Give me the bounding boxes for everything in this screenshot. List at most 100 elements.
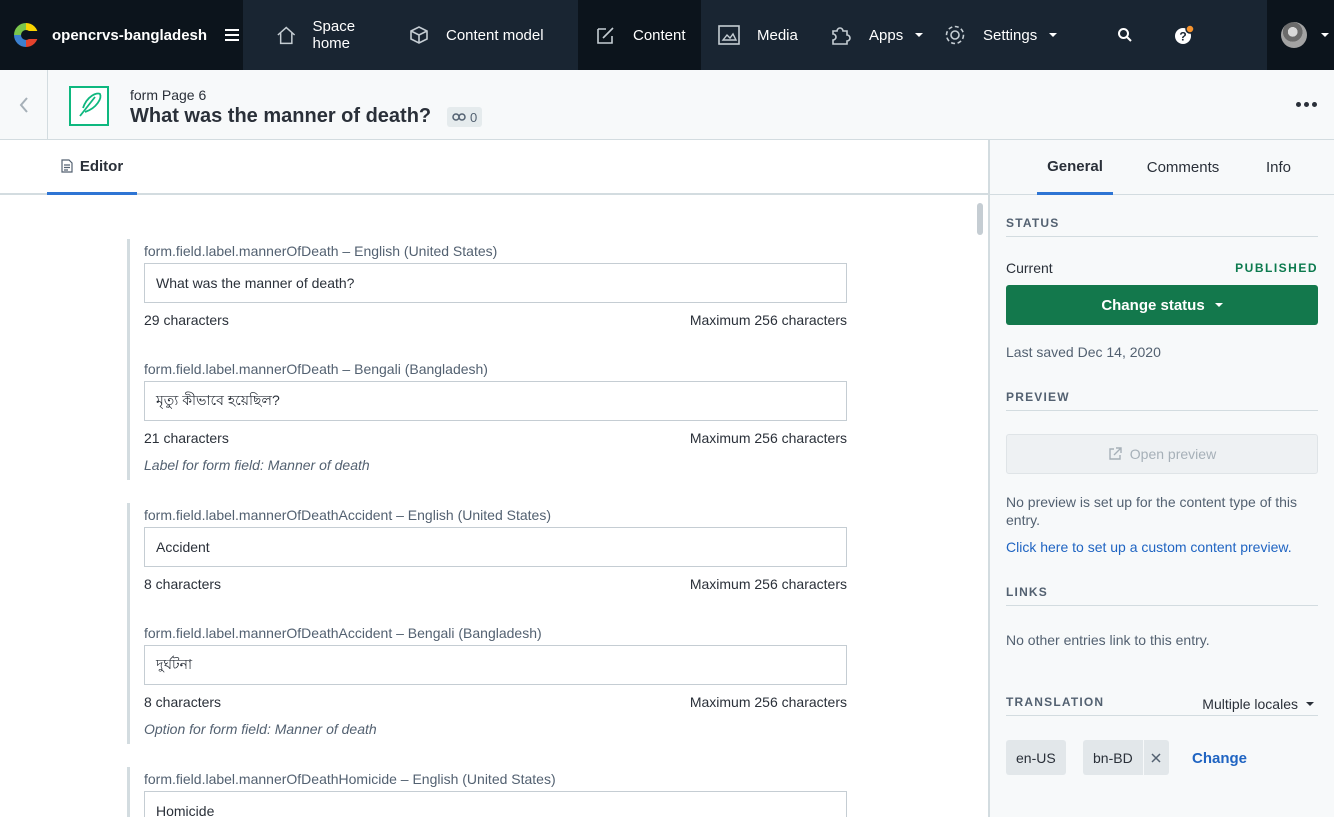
account-menu[interactable] [1267, 0, 1334, 70]
nav-label: Space home [312, 18, 356, 52]
text-input[interactable]: What was the manner of death? [144, 263, 847, 303]
custom-preview-link[interactable]: Click here to set up a custom content pr… [1006, 539, 1292, 555]
button-label: Change status [1101, 296, 1205, 314]
character-count: 8 characters [144, 694, 222, 710]
character-max: Maximum 256 characters [689, 576, 847, 592]
more-options-icon[interactable] [1296, 102, 1317, 107]
links-section-title: LINKS [1006, 585, 1318, 606]
field-label: form.field.label.mannerOfDeathHomicide –… [144, 771, 556, 787]
entry-header: form Page 6 What was the manner of death… [0, 70, 1334, 140]
tab-label: Editor [79, 157, 124, 175]
chevron-down-icon [915, 33, 924, 37]
character-count: 29 characters [144, 312, 229, 328]
status-badge: PUBLISHED [1235, 261, 1318, 275]
menu-icon[interactable] [225, 29, 240, 41]
nav-label: Content model [446, 26, 544, 44]
avatar [1281, 22, 1307, 48]
preview-section-title: PREVIEW [1006, 390, 1318, 411]
nav-media[interactable]: Media [701, 0, 812, 70]
chevron-down-icon [1306, 702, 1314, 706]
links-note: No other entries link to this entry. [1006, 632, 1210, 648]
status-section-title: STATUS [1006, 216, 1318, 237]
current-label: Current [1006, 260, 1053, 276]
dropdown-label: Multiple locales [1202, 696, 1298, 712]
document-icon [61, 159, 73, 173]
text-input[interactable]: Accident [144, 527, 847, 567]
nav-content[interactable]: Content [578, 0, 701, 70]
content-type-name: form Page 6 [130, 87, 207, 103]
home-icon [277, 26, 296, 45]
locale-dropdown[interactable]: Multiple locales [1202, 696, 1314, 712]
character-count: 21 characters [144, 430, 229, 446]
nav-label: Settings [983, 26, 1038, 44]
reference-count: 0 [470, 109, 478, 125]
nav-label: Content [633, 26, 686, 44]
open-preview-button[interactable]: Open preview [1006, 434, 1318, 474]
scrollbar-thumb[interactable] [977, 203, 983, 235]
search-button[interactable] [1095, 0, 1155, 70]
close-icon[interactable] [1142, 740, 1169, 775]
tab-info[interactable]: Info [1260, 140, 1297, 195]
field-group: form.field.label.mannerOfDeathAccident –… [127, 503, 857, 744]
button-label: Open preview [1129, 446, 1217, 462]
character-max: Maximum 256 characters [689, 694, 847, 710]
last-saved-text: Last saved Dec 14, 2020 [1006, 344, 1161, 360]
tab-comments[interactable]: Comments [1143, 140, 1223, 195]
nav-content-model[interactable]: Content model [391, 0, 578, 70]
content-icon [597, 27, 614, 44]
search-icon [1118, 28, 1132, 42]
content-model-icon [410, 26, 428, 44]
nav-apps[interactable]: Apps [812, 0, 935, 70]
nav-space-home[interactable]: Space home [243, 0, 391, 70]
editor-tabbar: Editor [0, 140, 989, 195]
entry-sidebar: General Comments Info STATUS Current PUB… [990, 140, 1334, 817]
references-badge[interactable]: 0 [447, 107, 483, 127]
tab-editor[interactable]: Editor [47, 140, 137, 195]
character-max: Maximum 256 characters [689, 312, 847, 328]
character-count: 8 characters [144, 576, 222, 592]
field-label: form.field.label.mannerOfDeathAccident –… [144, 507, 551, 523]
field-group: form.field.label.mannerOfDeathHomicide –… [127, 767, 857, 817]
sidebar-tabbar: General Comments Info [990, 140, 1334, 195]
locale-pill: en-US [1006, 740, 1066, 775]
character-max: Maximum 256 characters [689, 430, 847, 446]
link-icon [452, 113, 466, 121]
space-name: opencrvs-bangladesh [52, 26, 208, 44]
chevron-down-icon [1321, 33, 1329, 37]
chevron-left-icon [19, 96, 28, 113]
entry-title: What was the manner of death? [130, 105, 432, 127]
nav-label: Media [757, 26, 798, 44]
text-input[interactable]: Homicide [144, 791, 847, 817]
change-locales-link[interactable]: Change [1192, 750, 1247, 767]
editor-panel: form.field.label.mannerOfDeath – English… [0, 195, 989, 817]
editor-scrollbar[interactable] [976, 200, 985, 817]
chevron-down-icon [1214, 303, 1223, 307]
field-help-text: Option for form field: Manner of death [144, 721, 377, 737]
field-group: form.field.label.mannerOfDeath – English… [127, 239, 857, 480]
help-button[interactable]: ? [1155, 0, 1215, 70]
help-icon: ? [1175, 24, 1195, 44]
tab-general[interactable]: General [1037, 140, 1113, 195]
contentful-logo-icon [14, 23, 40, 47]
locale-pill: bn-BD [1083, 740, 1169, 775]
nav-label: Apps [869, 26, 904, 44]
change-status-button[interactable]: Change status [1006, 285, 1318, 325]
locale-label: en-US [1016, 749, 1056, 766]
media-icon [718, 25, 740, 45]
field-help-text: Label for form field: Manner of death [144, 457, 370, 473]
chevron-down-icon [1049, 33, 1058, 37]
svg-text:?: ? [1179, 30, 1186, 44]
text-input[interactable]: দুর্ঘটনা [144, 645, 847, 685]
preview-note: No preview is set up for the content typ… [1006, 494, 1298, 528]
field-label: form.field.label.mannerOfDeath – English… [144, 243, 498, 259]
top-navigation: opencrvs-bangladesh Space home Content m… [0, 0, 1334, 70]
locale-label: bn-BD [1093, 749, 1133, 766]
back-button[interactable] [0, 70, 48, 139]
field-label: form.field.label.mannerOfDeathAccident –… [144, 625, 542, 641]
space-switcher[interactable]: opencrvs-bangladesh [0, 0, 243, 70]
apps-icon [832, 27, 851, 45]
text-input[interactable]: মৃত্যু কীভাবে হয়েছিল? [144, 381, 847, 421]
external-link-icon [1109, 447, 1122, 460]
entry-type-icon [69, 86, 109, 126]
nav-settings[interactable]: Settings [935, 0, 1075, 70]
